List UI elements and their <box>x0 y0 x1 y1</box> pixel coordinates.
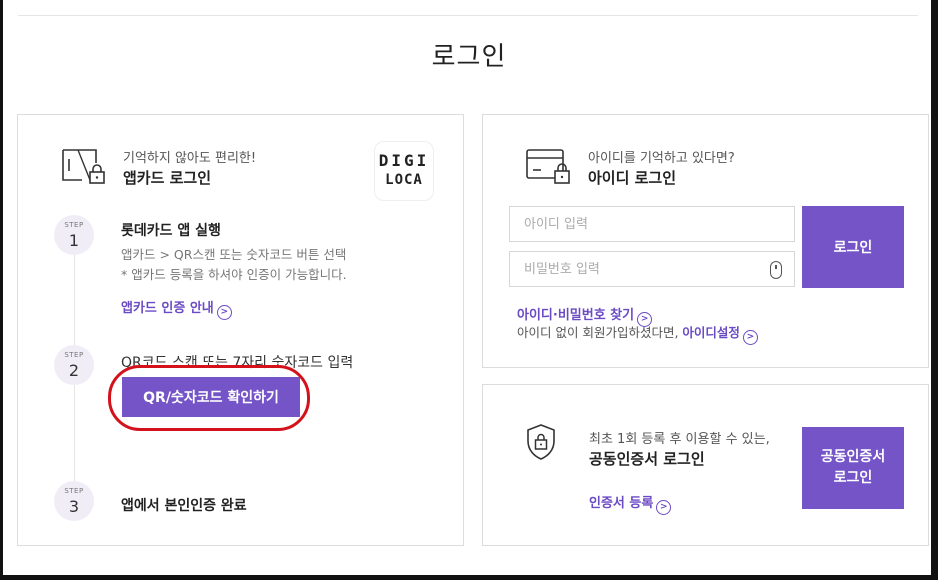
digiloca-logo: DIGI LOCA <box>374 141 434 201</box>
window-frame-left <box>0 0 3 580</box>
cert-button-line1: 공동인증서 <box>820 449 886 465</box>
cert-button-line2: 로그인 <box>833 470 873 486</box>
step-3-badge: STEP 3 <box>54 481 94 521</box>
logo-line2: LOCA <box>385 172 423 188</box>
window-frame-bottom <box>0 575 938 580</box>
password-input[interactable] <box>509 251 795 287</box>
appcard-title: 앱카드 로그인 <box>123 169 212 187</box>
step-label: STEP <box>64 351 84 359</box>
step-2-badge: STEP 2 <box>54 345 94 385</box>
id-login-subtitle: 아이디를 기억하고 있다면? <box>588 151 735 166</box>
step-number: 2 <box>68 361 80 380</box>
chevron-right-icon: > <box>216 305 232 320</box>
id-login-title: 아이디 로그인 <box>588 169 677 187</box>
window-frame-right <box>931 0 938 580</box>
appcard-guide-link-label: 앱카드 인증 안내 <box>121 301 214 316</box>
id-setup-note: 아이디 없이 회원가입하셨다면, 아이디설정 > <box>517 322 758 345</box>
cert-login-button[interactable]: 공동인증서 로그인 <box>802 427 904 509</box>
page-title: 로그인 <box>431 42 507 72</box>
id-setup-note-text: 아이디 없이 회원가입하셨다면, <box>517 325 679 340</box>
id-setup-link-label: 아이디설정 <box>682 325 740 340</box>
step-3-title: 앱에서 본인인증 완료 <box>121 498 247 514</box>
step-1-badge: STEP 1 <box>54 215 94 255</box>
id-setup-link[interactable]: 아이디설정 > <box>682 325 758 345</box>
step-label: STEP <box>64 487 84 495</box>
step-number: 1 <box>68 231 80 250</box>
mouse-icon[interactable] <box>770 261 782 279</box>
shield-lock-icon <box>527 424 555 460</box>
appcard-login-panel: 기억하지 않아도 편리한! 앱카드 로그인 DIGI LOCA STEP 1 롯… <box>17 114 464 546</box>
logo-line1: DIGI <box>378 151 430 170</box>
step-1-title: 롯데카드 앱 실행 <box>121 223 221 239</box>
appcard-subtitle: 기억하지 않아도 편리한! <box>123 151 257 166</box>
cert-login-panel: 최초 1회 등록 후 이용할 수 있는, 공동인증서 로그인 인증서 등록 > 공… <box>482 384 929 546</box>
step-number: 3 <box>68 497 80 516</box>
cert-login-subtitle: 최초 1회 등록 후 이용할 수 있는, <box>589 432 770 447</box>
id-input[interactable] <box>509 206 795 242</box>
cert-register-link[interactable]: 인증서 등록 > <box>589 492 672 515</box>
step-label: STEP <box>64 221 84 229</box>
cert-register-label: 인증서 등록 <box>589 496 654 511</box>
card-lock-icon <box>62 149 105 184</box>
highlight-ring-annotation <box>108 365 310 431</box>
find-id-password-label: 아이디·비밀번호 찾기 <box>517 308 635 323</box>
step-1-desc-line2: * 앱카드 등록을 하셔야 인증이 가능합니다. <box>121 267 347 282</box>
login-button[interactable]: 로그인 <box>802 206 904 288</box>
step-1-desc-line1: 앱카드 > QR스캔 또는 숫자코드 버튼 선택 <box>121 247 347 262</box>
cert-login-title: 공동인증서 로그인 <box>589 450 705 468</box>
id-login-panel: 아이디를 기억하고 있다면? 아이디 로그인 로그인 아이디·비밀번호 찾기> … <box>482 114 929 368</box>
chevron-right-icon: > <box>742 330 758 345</box>
appcard-guide-link[interactable]: 앱카드 인증 안내 > <box>121 297 232 320</box>
card-id-lock-icon <box>526 149 570 184</box>
chevron-right-icon: > <box>656 500 672 515</box>
top-strip <box>18 0 918 16</box>
